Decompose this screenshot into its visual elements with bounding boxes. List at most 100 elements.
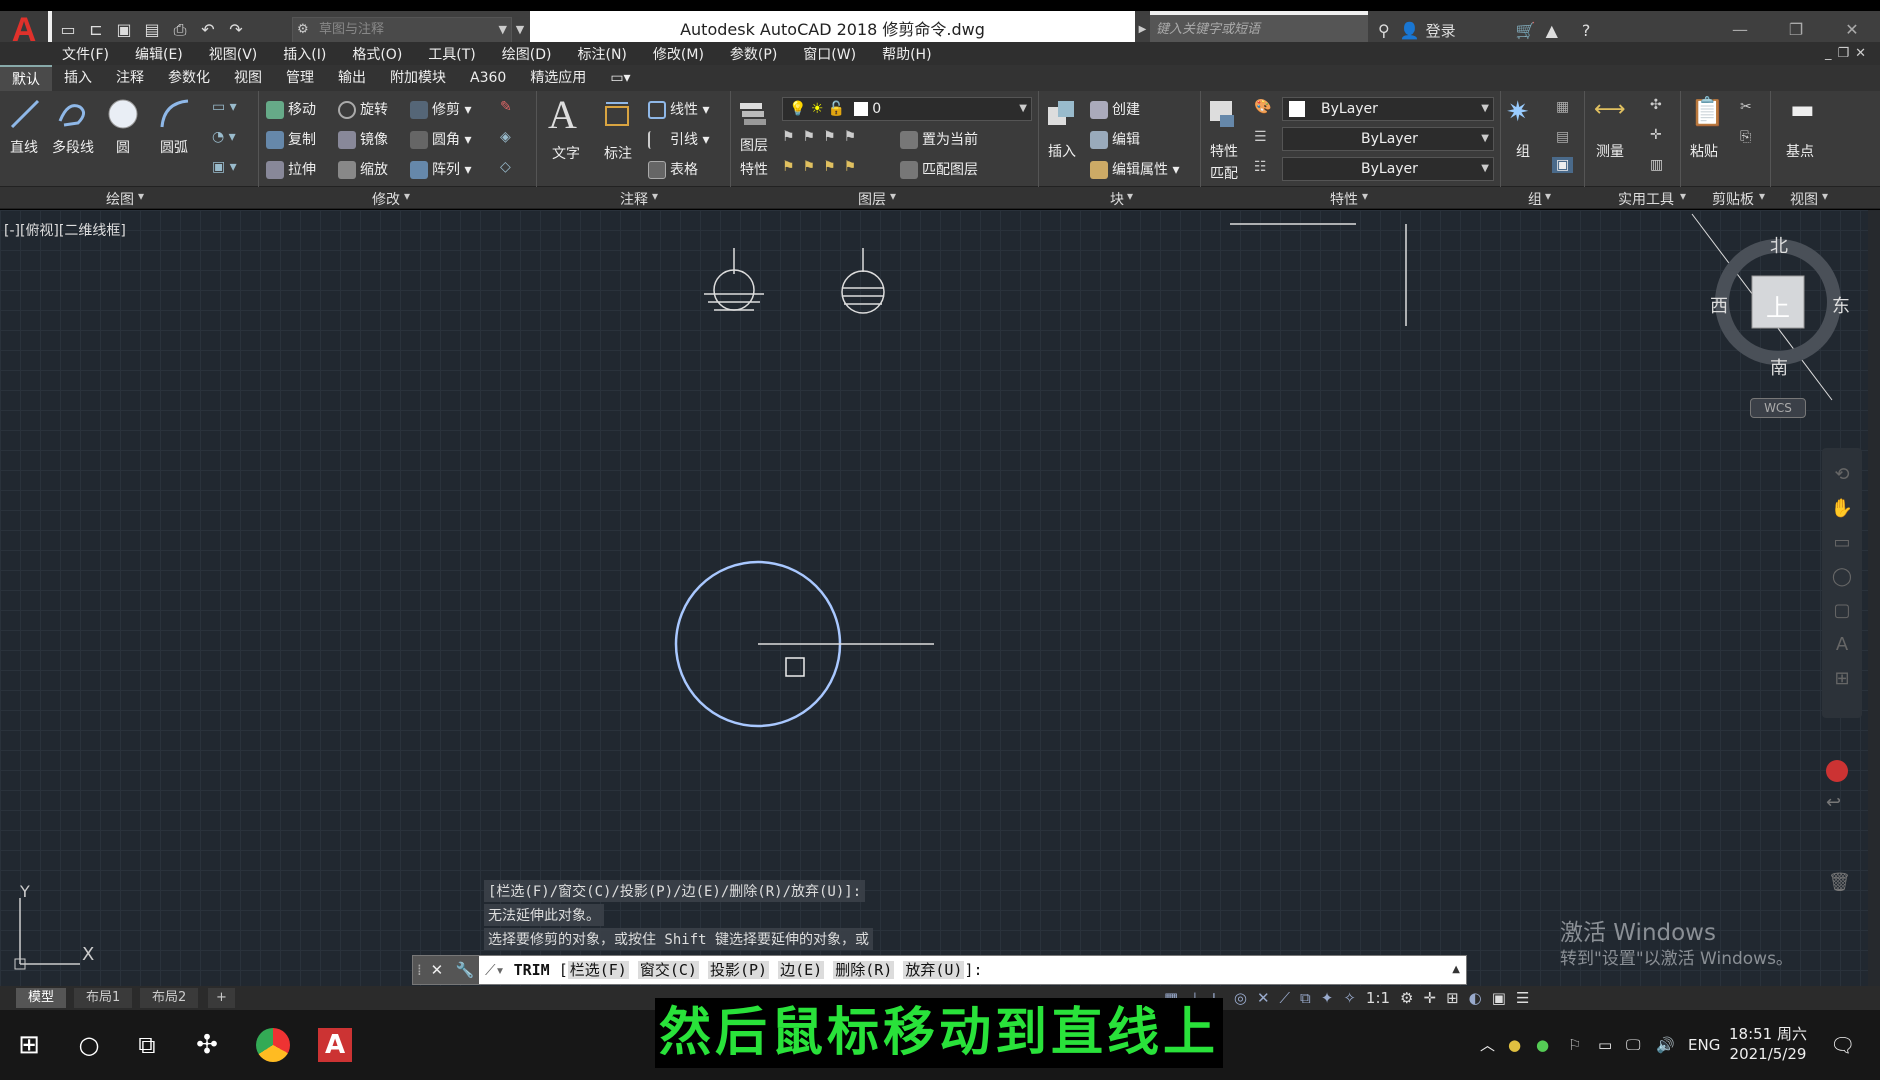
volume-icon[interactable]: 🔊: [1656, 1010, 1675, 1080]
battery-icon[interactable]: ▭: [1598, 1010, 1612, 1080]
circle-button[interactable]: 圆: [116, 137, 130, 157]
insert-block-icon[interactable]: [1044, 97, 1078, 131]
search-icon[interactable]: ○: [72, 1028, 106, 1062]
tab-model[interactable]: 模型: [16, 988, 67, 1008]
menu-item-6[interactable]: 绘图(D): [502, 44, 552, 64]
tray-chevron-icon[interactable]: ︿: [1480, 1010, 1495, 1080]
customize-icon[interactable]: ☰: [1516, 989, 1529, 1007]
offset-icon[interactable]: ◇: [500, 159, 511, 175]
menu-item-11[interactable]: 帮助(H): [882, 44, 931, 64]
mirror-button[interactable]: 镜像: [338, 129, 388, 149]
command-prompt[interactable]: ⟋▾ TRIM [栏选(F) 窗交(C) 投影(P) 边(E) 删除(R) 放弃…: [485, 956, 983, 984]
binoculars-icon[interactable]: ⚲: [1378, 21, 1390, 40]
taskbar-clock[interactable]: 18:51 周六 2021/5/29: [1728, 1024, 1808, 1064]
region-icon[interactable]: ▣ ▾: [212, 159, 237, 175]
paste-button[interactable]: 粘贴: [1690, 141, 1718, 161]
circle-icon[interactable]: [106, 97, 140, 131]
table-button[interactable]: 表格: [648, 159, 698, 179]
fillet-button[interactable]: 圆角 ▾: [410, 129, 471, 149]
line-button[interactable]: 直线: [10, 137, 38, 157]
cut-icon[interactable]: ✂: [1740, 99, 1752, 115]
plus-icon[interactable]: ✛: [1424, 989, 1437, 1007]
panel-title-6[interactable]: 组: [1528, 189, 1542, 209]
menu-item-1[interactable]: 编辑(E): [135, 44, 183, 64]
redo-icon[interactable]: ↷: [224, 18, 248, 42]
group-select-icon[interactable]: ▣: [1552, 157, 1574, 173]
layer-dropdown[interactable]: 💡 ☀ 🔓 0 ▼: [782, 97, 1032, 121]
calculator-icon[interactable]: ▥: [1650, 157, 1663, 173]
menu-item-2[interactable]: 视图(V): [209, 44, 258, 64]
compass-west[interactable]: 西: [1710, 292, 1728, 318]
hatch-icon[interactable]: ◔ ▾: [212, 129, 236, 145]
linetype-dropdown[interactable]: ByLayer ▼: [1282, 127, 1494, 151]
stretch-button[interactable]: 拉伸: [266, 159, 316, 179]
text-icon[interactable]: A: [548, 91, 577, 138]
option-undo[interactable]: 放弃(U): [903, 961, 965, 979]
layer-properties-label-1[interactable]: 图层: [740, 135, 768, 155]
menu-item-3[interactable]: 插入(I): [283, 44, 326, 64]
group-edit-icon[interactable]: ▤: [1556, 129, 1569, 145]
ribbon-tab-2[interactable]: 注释: [104, 65, 156, 91]
compass-north[interactable]: 北: [1770, 232, 1788, 258]
line-icon[interactable]: [8, 97, 42, 131]
utility-icon-1[interactable]: ✣: [1650, 97, 1662, 113]
ribbon-tab-6[interactable]: 输出: [326, 65, 378, 91]
ribbon-tab-9[interactable]: 精选应用: [518, 65, 598, 91]
viewcube-top-face[interactable]: 上: [1766, 288, 1790, 323]
osnap-icon[interactable]: ✕: [1257, 989, 1270, 1007]
basepoint-button[interactable]: 基点: [1786, 141, 1814, 161]
vertical-scrollbar[interactable]: [1868, 210, 1880, 986]
viewcube[interactable]: 北 南 西 东 上: [1708, 228, 1850, 388]
scale-button[interactable]: 缩放: [338, 159, 388, 179]
erase-icon[interactable]: ✎: [500, 99, 512, 115]
network-icon[interactable]: 🖵: [1626, 1010, 1640, 1080]
set-current-button[interactable]: 置为当前: [900, 129, 978, 149]
rotate-button[interactable]: 旋转: [338, 99, 388, 119]
polyline-button[interactable]: 多段线: [52, 137, 94, 157]
polar-icon[interactable]: ◎: [1234, 989, 1247, 1007]
option-project[interactable]: 投影(P): [708, 961, 770, 979]
ribbon-tab-7[interactable]: 附加模块: [378, 65, 458, 91]
annotation-icon[interactable]: ✦: [1321, 989, 1334, 1007]
edit-block-button[interactable]: 编辑: [1090, 129, 1140, 149]
dimension-icon[interactable]: [600, 97, 634, 131]
app-pinwheel-icon[interactable]: ✣: [190, 1028, 224, 1062]
match-properties-icon[interactable]: [1206, 97, 1240, 131]
ribbon-tab-8[interactable]: A360: [458, 65, 518, 91]
copy-button[interactable]: 复制: [266, 129, 316, 149]
compass-east[interactable]: 东: [1832, 292, 1850, 318]
ribbon-tab-4[interactable]: 视图: [222, 65, 274, 91]
exchange-icon[interactable]: ▲: [1546, 21, 1558, 40]
create-block-button[interactable]: 创建: [1090, 99, 1140, 119]
record-icon[interactable]: [1826, 760, 1848, 782]
nav-tools[interactable]: ⟲ ✋ ▭ ◯ ▢ A ⊞: [1822, 458, 1862, 696]
chevron-up-icon[interactable]: ▲: [1452, 956, 1460, 984]
close-icon[interactable]: ✕: [431, 961, 444, 979]
option-fence[interactable]: 栏选(F): [567, 961, 629, 979]
compass-south[interactable]: 南: [1770, 354, 1788, 380]
lineweight-dropdown[interactable]: ByLayer ▼: [1282, 157, 1494, 181]
clean-screen-icon[interactable]: ▣: [1492, 989, 1506, 1007]
arc-button[interactable]: 圆弧: [160, 137, 188, 157]
ribbon-tab-5[interactable]: 管理: [274, 65, 326, 91]
menu-item-4[interactable]: 格式(O): [352, 44, 402, 64]
panel-title-0[interactable]: 绘图: [106, 189, 134, 209]
group-icon[interactable]: ✷: [1506, 95, 1529, 128]
array-button[interactable]: 阵列 ▾: [410, 159, 471, 179]
menu-item-0[interactable]: 文件(F): [62, 44, 109, 64]
menu-item-9[interactable]: 参数(P): [730, 44, 777, 64]
back-icon[interactable]: ↩: [1826, 792, 1841, 813]
paste-icon[interactable]: 📋: [1690, 95, 1725, 128]
match-properties-label-1[interactable]: 特性: [1210, 141, 1238, 161]
chrome-icon[interactable]: [256, 1028, 290, 1062]
command-line[interactable]: ⁞ ✕ 🔧 ⟋▾ TRIM [栏选(F) 窗交(C) 投影(P) 边(E) 删除…: [412, 955, 1467, 985]
ground-symbol[interactable]: [704, 248, 764, 311]
option-edge[interactable]: 边(E): [778, 961, 825, 979]
match-properties-label-2[interactable]: 匹配: [1210, 163, 1238, 183]
isolate-icon[interactable]: ⊞: [1446, 989, 1459, 1007]
search-input[interactable]: 键入关键字或短语: [1150, 15, 1368, 45]
text-button[interactable]: 文字: [552, 143, 580, 163]
measure-button[interactable]: 测量: [1596, 141, 1624, 161]
layer-properties-label-2[interactable]: 特性: [740, 159, 768, 179]
workspace-dropdown[interactable]: ⚙ 草图与注释 ▼: [292, 17, 512, 43]
